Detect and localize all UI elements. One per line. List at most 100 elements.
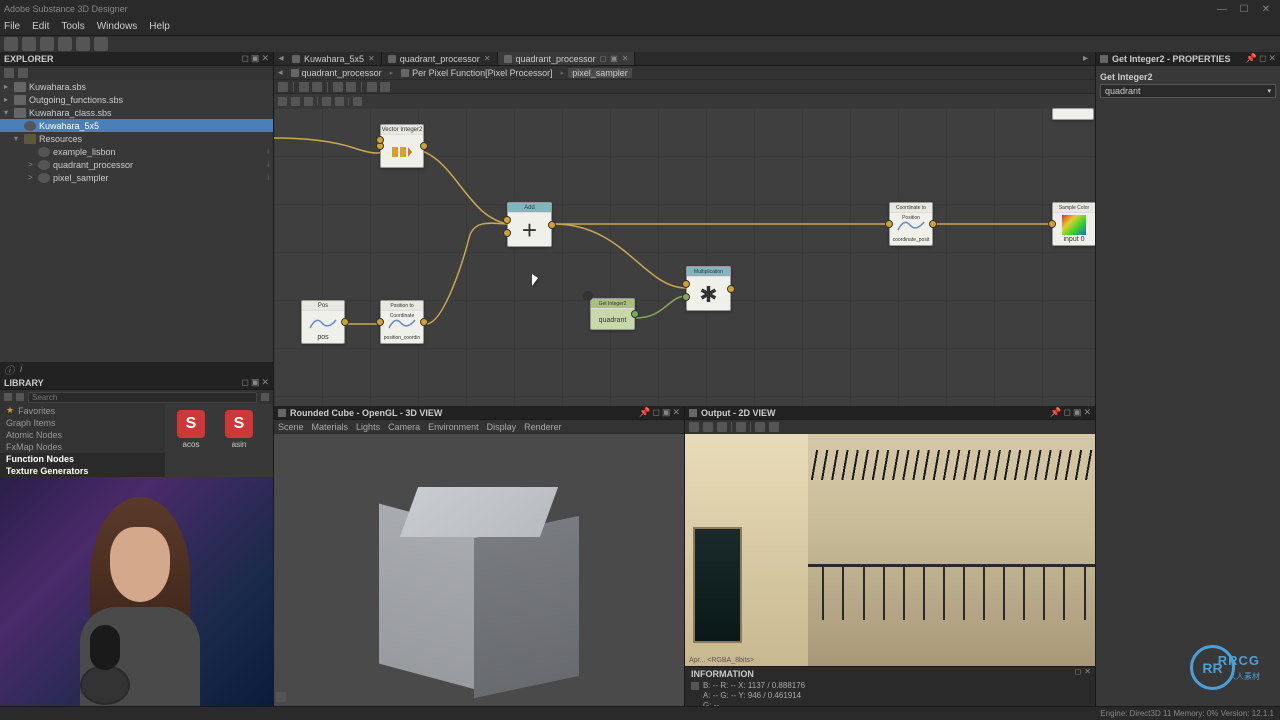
view3d-viewport[interactable]: sRGB (default) ▾ <box>274 434 684 720</box>
explorer-pop-icon[interactable]: ◻ <box>241 53 248 64</box>
lib-icon-1[interactable] <box>4 393 12 401</box>
library-pop-icon[interactable]: ◻ <box>241 377 248 388</box>
thumb-asin[interactable]: S asin <box>219 410 259 449</box>
port-out[interactable] <box>420 142 428 150</box>
menu-edit[interactable]: Edit <box>32 21 49 32</box>
camera-icon[interactable] <box>276 692 286 702</box>
port-out[interactable] <box>341 318 349 326</box>
category-graph-items[interactable]: Graph Items <box>0 417 165 429</box>
node-vector-integer2[interactable]: Vector Integer2 <box>380 124 424 168</box>
graph-canvas[interactable]: Vector Integer2 Add + <box>274 108 1095 406</box>
tab-close-icon[interactable]: ✕ <box>484 54 491 63</box>
category-atomic-nodes[interactable]: Atomic Nodes <box>0 429 165 441</box>
expand-icon[interactable]: ▾ <box>14 134 24 143</box>
expand-icon[interactable]: ▸ <box>4 95 14 104</box>
properties-close-icon[interactable]: ✕ <box>1268 53 1276 64</box>
info-close-icon[interactable]: ✕ <box>1084 667 1091 676</box>
properties-pin-icon[interactable]: 📌 <box>1246 53 1257 64</box>
view2d-max-icon[interactable]: ▣ <box>1073 407 1082 418</box>
tree-item-example-lisbon[interactable]: example_lisbon i <box>0 145 273 158</box>
crumb-pixel-processor[interactable]: Per Pixel Function[Pixel Processor] <box>397 68 557 78</box>
new-package-icon[interactable] <box>4 68 14 78</box>
opt-icon[interactable] <box>322 97 331 106</box>
category-function-nodes[interactable]: Function Nodes <box>0 453 165 465</box>
tab-nav-left-icon[interactable]: ◂ <box>276 53 286 64</box>
tab-close-icon[interactable]: ✕ <box>368 54 375 63</box>
open-icon[interactable] <box>22 37 36 51</box>
node-sample-color[interactable]: Sample Color input 0 <box>1052 202 1095 246</box>
crumb-pixel-sampler[interactable]: pixel_sampler <box>568 68 632 78</box>
opt2-icon[interactable] <box>755 422 765 432</box>
category-fxmap-nodes[interactable]: FxMap Nodes <box>0 441 165 453</box>
tb-misc2-icon[interactable] <box>380 82 390 92</box>
tab-nav-right-icon[interactable]: ▸ <box>1083 53 1093 64</box>
library-categories[interactable]: ★ Favorites Graph Items Atomic Nodes FxM… <box>0 404 165 477</box>
expand-icon[interactable]: ▸ <box>4 82 14 91</box>
property-value-dropdown[interactable]: quadrant ▾ <box>1100 84 1276 98</box>
view3d-menu-scene[interactable]: Scene <box>278 422 304 432</box>
node-partial[interactable] <box>1052 108 1094 120</box>
tb-misc-icon[interactable] <box>367 82 377 92</box>
window-close-button[interactable]: ✕ <box>1256 2 1276 16</box>
tab-pop-icon[interactable]: ◻ <box>600 54 607 63</box>
port-in[interactable] <box>885 220 893 228</box>
library-close-icon[interactable]: ✕ <box>261 377 269 388</box>
tb-search-icon[interactable] <box>333 82 343 92</box>
explorer-close-icon[interactable]: ✕ <box>261 53 269 64</box>
snap-icon[interactable] <box>278 97 287 106</box>
view3d-menu-display[interactable]: Display <box>487 422 517 432</box>
view3d-menu-renderer[interactable]: Renderer <box>524 422 562 432</box>
menu-windows[interactable]: Windows <box>97 21 138 32</box>
expand-icon[interactable]: ▾ <box>4 108 14 117</box>
open-package-icon[interactable] <box>18 68 28 78</box>
lib-icon-2[interactable] <box>16 393 24 401</box>
explorer-pin-icon[interactable]: ▣ <box>251 53 260 64</box>
opt3-icon[interactable] <box>353 97 362 106</box>
opt-icon[interactable] <box>736 422 746 432</box>
port-out[interactable] <box>548 221 556 229</box>
view2d-viewport[interactable]: Apr... <RGBA_8bits> <box>685 434 1095 666</box>
save-output-icon[interactable] <box>689 422 699 432</box>
align-icon[interactable] <box>304 97 313 106</box>
tab-close-icon[interactable]: ✕ <box>622 54 629 63</box>
port-out[interactable] <box>420 318 428 326</box>
maximize-button[interactable]: ☐ <box>1234 2 1254 16</box>
explorer-tree[interactable]: ▸ Kuwahara.sbs ▸ Outgoing_functions.sbs … <box>0 80 273 362</box>
save-icon[interactable] <box>40 37 54 51</box>
thumb-acos[interactable]: S acos <box>171 410 211 449</box>
view3d-pop-icon[interactable]: ◻ <box>652 407 659 418</box>
tb-fit-icon[interactable] <box>312 82 322 92</box>
view3d-menu-camera[interactable]: Camera <box>388 422 420 432</box>
view3d-menu-environment[interactable]: Environment <box>428 422 479 432</box>
view2d-close-icon[interactable]: ✕ <box>1083 407 1091 418</box>
tb-frame-icon[interactable] <box>278 82 288 92</box>
copy-output-icon[interactable] <box>703 422 713 432</box>
menu-help[interactable]: Help <box>149 21 170 32</box>
port-out[interactable] <box>631 310 639 318</box>
opt2-icon[interactable] <box>335 97 344 106</box>
undo-icon[interactable] <box>76 37 90 51</box>
category-texture-generators[interactable]: Texture Generators <box>0 465 165 477</box>
view3d-menu-lights[interactable]: Lights <box>356 422 380 432</box>
properties-pop-icon[interactable]: ◻ <box>1259 53 1266 64</box>
view2d-pin-icon[interactable]: 📌 <box>1050 407 1061 418</box>
port-in[interactable] <box>1048 220 1056 228</box>
opt3-icon[interactable] <box>769 422 779 432</box>
identity-selector[interactable]: ⓘ i <box>0 362 273 376</box>
tree-item-kuwahara5x5[interactable]: Kuwahara_5x5 <box>0 119 273 132</box>
info-pop-icon[interactable]: ◻ <box>1075 667 1082 676</box>
tb-zoom-icon[interactable] <box>299 82 309 92</box>
view3d-pin-icon[interactable]: 📌 <box>639 407 650 418</box>
port-in[interactable] <box>376 318 384 326</box>
expand-icon[interactable]: > <box>28 173 38 182</box>
port-out[interactable] <box>727 285 735 293</box>
redo-icon[interactable] <box>94 37 108 51</box>
tree-item-kuwahara-sbs[interactable]: ▸ Kuwahara.sbs <box>0 80 273 93</box>
tree-item-resources[interactable]: ▾ Resources <box>0 132 273 145</box>
view3d-menu-materials[interactable]: Materials <box>312 422 349 432</box>
minimize-button[interactable]: — <box>1212 2 1232 16</box>
menu-tools[interactable]: Tools <box>61 21 84 32</box>
info-icon[interactable]: i <box>267 147 269 156</box>
tree-item-outgoing[interactable]: ▸ Outgoing_functions.sbs <box>0 93 273 106</box>
tab-kuwahara5x5[interactable]: Kuwahara_5x5 ✕ <box>286 52 382 65</box>
